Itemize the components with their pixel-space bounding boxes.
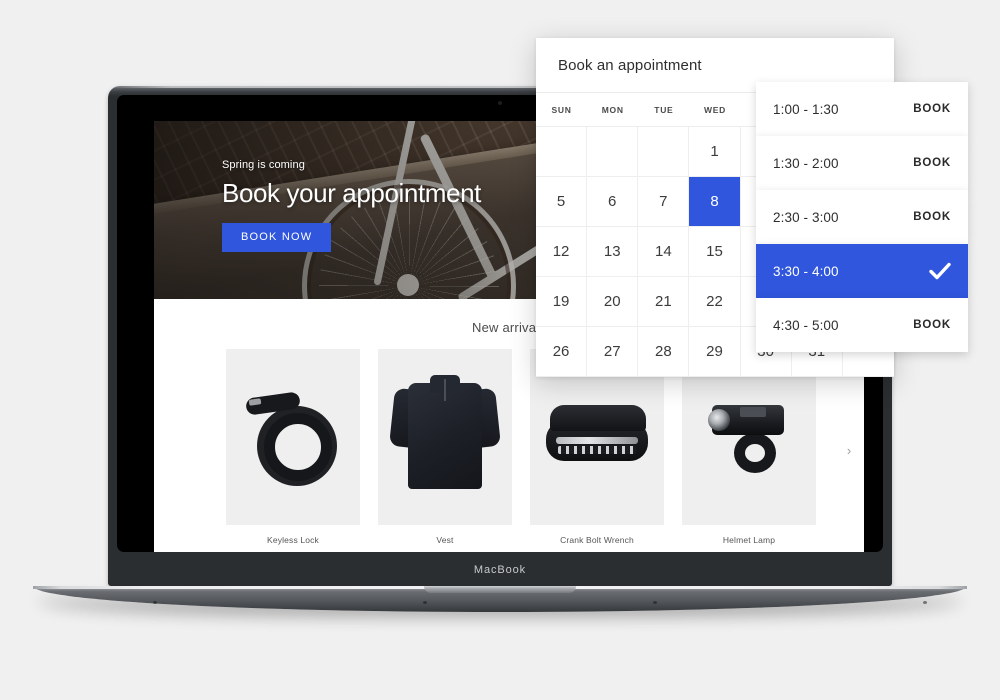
laptop-base-notch <box>424 586 576 593</box>
calendar-weekday-mon: MON <box>601 105 624 115</box>
hero-title: Book your appointment <box>222 178 481 208</box>
laptop-foot <box>653 601 657 604</box>
time-slot[interactable]: 3:30 - 4:00 <box>756 244 968 298</box>
product-name: Helmet Lamp <box>722 535 776 545</box>
book-slot-button[interactable]: BOOK <box>913 319 951 331</box>
hero-content: Spring is coming Book your appointment B… <box>222 159 481 252</box>
calendar-day-6[interactable]: 6 <box>587 177 639 227</box>
time-slot-label: 1:30 - 2:00 <box>773 155 839 171</box>
time-slot[interactable]: 1:00 - 1:30 BOOK <box>756 82 968 136</box>
calendar-cell-empty <box>638 127 690 177</box>
laptop-foot <box>153 601 157 604</box>
laptop-base <box>33 586 967 612</box>
product-card[interactable]: Vest €130,00 <box>378 349 512 552</box>
time-slot-label: 2:30 - 3:00 <box>773 209 839 225</box>
laptop-foot <box>923 601 927 604</box>
book-now-button[interactable]: BOOK NOW <box>222 223 332 252</box>
calendar-day-19[interactable]: 19 <box>536 277 588 327</box>
book-slot-button[interactable]: BOOK <box>913 157 951 169</box>
chevron-right-icon[interactable]: › <box>840 441 858 459</box>
calendar-day-22[interactable]: 22 <box>689 277 741 327</box>
time-slot-label: 4:30 - 5:00 <box>773 317 839 333</box>
hero-kicker: Spring is coming <box>222 159 305 171</box>
webcam-icon <box>498 101 502 105</box>
product-name: Crank Bolt Wrench <box>560 535 634 545</box>
calendar-weekday-wed: WED <box>704 105 726 115</box>
calendar-day-26[interactable]: 26 <box>536 327 588 377</box>
product-name: Keyless Lock <box>267 535 319 545</box>
calendar-day-14[interactable]: 14 <box>638 227 690 277</box>
calendar-day-28[interactable]: 28 <box>638 327 690 377</box>
product-row: Keyless Lock €15,00 Vest <box>182 349 858 552</box>
product-price: €130,00 <box>378 551 512 552</box>
calendar-cell-empty <box>587 127 639 177</box>
product-price: €15,00 <box>226 551 360 552</box>
product-price: €100,00 <box>682 551 816 552</box>
time-slots-panel: 1:00 - 1:30 BOOK 1:30 - 2:00 BOOK 2:30 - 3:0… <box>756 82 968 352</box>
calendar-day-20[interactable]: 20 <box>587 277 639 327</box>
calendar-day-12[interactable]: 12 <box>536 227 588 277</box>
calendar-weekday-tue: TUE <box>654 105 674 115</box>
calendar-day-7[interactable]: 7 <box>638 177 690 227</box>
time-slot[interactable]: 1:30 - 2:00 BOOK <box>756 136 968 190</box>
product-price: €65,00 <box>530 551 664 552</box>
product-image-keyless-lock <box>226 349 360 525</box>
time-slot[interactable]: 4:30 - 5:00 BOOK <box>756 298 968 352</box>
calendar-day-5[interactable]: 5 <box>536 177 588 227</box>
product-name: Vest <box>436 535 454 545</box>
product-card[interactable]: Helmet Lamp €100,00 <box>682 349 816 552</box>
product-card[interactable]: Crank Bolt Wrench €65,00 <box>530 349 664 552</box>
macbook-brand-label: MacBook <box>473 564 527 576</box>
laptop-foot <box>423 601 427 604</box>
product-card[interactable]: Keyless Lock €15,00 <box>226 349 360 552</box>
calendar-day-29[interactable]: 29 <box>689 327 741 377</box>
calendar-day-15[interactable]: 15 <box>689 227 741 277</box>
check-icon <box>929 260 951 282</box>
time-slot[interactable]: 2:30 - 3:00 BOOK <box>756 190 968 244</box>
calendar-day-1[interactable]: 1 <box>689 127 741 177</box>
calendar-day-8[interactable]: 8 <box>689 177 741 227</box>
time-slot-label: 1:00 - 1:30 <box>773 101 839 117</box>
calendar-day-21[interactable]: 21 <box>638 277 690 327</box>
time-slot-label: 3:30 - 4:00 <box>773 263 839 279</box>
calendar-cell-empty <box>536 127 588 177</box>
book-slot-button[interactable]: BOOK <box>913 103 951 115</box>
calendar-day-27[interactable]: 27 <box>587 327 639 377</box>
calendar-day-13[interactable]: 13 <box>587 227 639 277</box>
calendar-weekday-sun: SUN <box>551 105 572 115</box>
product-image-vest <box>378 349 512 525</box>
book-slot-button[interactable]: BOOK <box>913 211 951 223</box>
